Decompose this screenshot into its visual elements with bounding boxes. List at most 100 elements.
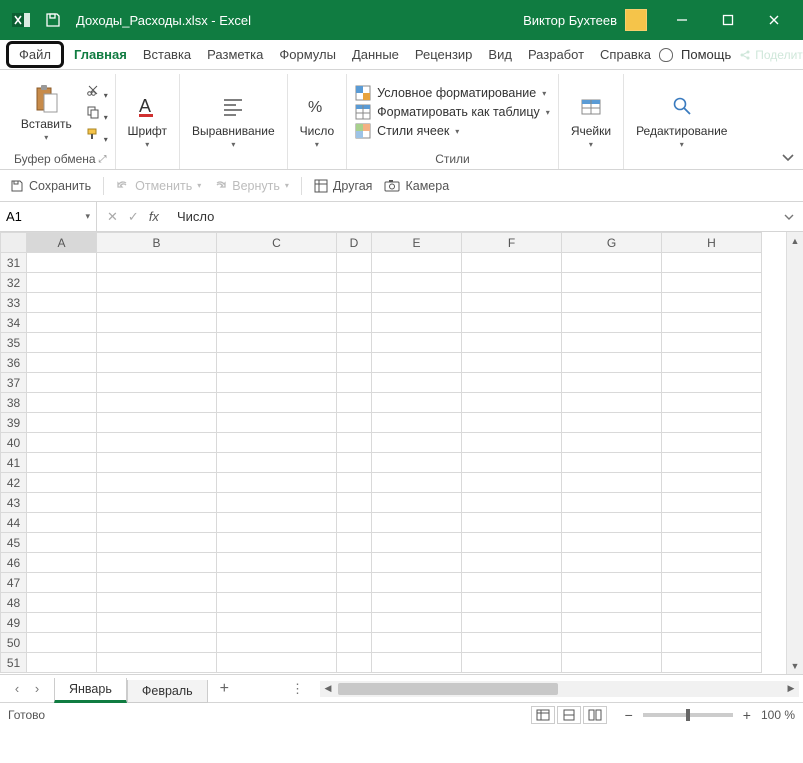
col-header[interactable]: B bbox=[97, 233, 217, 253]
collapse-ribbon-icon[interactable] bbox=[781, 153, 795, 163]
tab-file[interactable]: Файл bbox=[6, 41, 64, 68]
tab-home[interactable]: Главная bbox=[66, 40, 135, 69]
col-header[interactable]: E bbox=[372, 233, 462, 253]
cell[interactable] bbox=[372, 573, 462, 593]
sheet-tab-active[interactable]: Январь bbox=[54, 678, 127, 703]
qat-redo[interactable]: Вернуть ▾ bbox=[213, 179, 289, 193]
cell[interactable] bbox=[337, 333, 372, 353]
cell[interactable] bbox=[462, 373, 562, 393]
cell[interactable] bbox=[27, 413, 97, 433]
cell[interactable] bbox=[27, 453, 97, 473]
view-page-break-button[interactable] bbox=[583, 706, 607, 724]
cell[interactable] bbox=[337, 593, 372, 613]
cell[interactable] bbox=[337, 453, 372, 473]
tab-review[interactable]: Рецензир bbox=[407, 40, 481, 69]
cell[interactable] bbox=[97, 653, 217, 673]
cell[interactable] bbox=[562, 333, 662, 353]
cell[interactable] bbox=[562, 573, 662, 593]
row-header[interactable]: 32 bbox=[1, 273, 27, 293]
cell[interactable] bbox=[97, 573, 217, 593]
cell[interactable] bbox=[462, 553, 562, 573]
cell[interactable] bbox=[372, 333, 462, 353]
cell[interactable] bbox=[462, 333, 562, 353]
sheet-grid[interactable]: ABCDEFGH31323334353637383940414243444546… bbox=[0, 232, 762, 673]
cell[interactable] bbox=[462, 433, 562, 453]
cell[interactable] bbox=[337, 413, 372, 433]
cell[interactable] bbox=[662, 653, 762, 673]
cell[interactable] bbox=[27, 493, 97, 513]
cell[interactable] bbox=[372, 653, 462, 673]
zoom-control[interactable]: − + 100 % bbox=[621, 707, 795, 723]
tab-help[interactable]: Справка bbox=[592, 40, 659, 69]
cell[interactable] bbox=[662, 493, 762, 513]
cell[interactable] bbox=[97, 293, 217, 313]
clipboard-launcher[interactable]: ⤢ bbox=[99, 154, 107, 165]
fx-icon[interactable]: fx bbox=[149, 209, 159, 224]
cell[interactable] bbox=[97, 633, 217, 653]
lightbulb-icon[interactable] bbox=[659, 48, 673, 62]
cell[interactable] bbox=[562, 513, 662, 533]
expand-formula-icon[interactable] bbox=[775, 212, 803, 222]
cell[interactable] bbox=[97, 413, 217, 433]
cell[interactable] bbox=[97, 513, 217, 533]
close-button[interactable] bbox=[751, 0, 797, 40]
minimize-button[interactable] bbox=[659, 0, 705, 40]
cell[interactable] bbox=[372, 433, 462, 453]
cut-icon[interactable] bbox=[82, 81, 104, 99]
cell[interactable] bbox=[97, 453, 217, 473]
cancel-formula-icon[interactable]: ✕ bbox=[107, 209, 118, 225]
cell[interactable] bbox=[662, 393, 762, 413]
format-painter-icon[interactable] bbox=[82, 125, 104, 143]
cell[interactable] bbox=[662, 433, 762, 453]
cell[interactable] bbox=[217, 633, 337, 653]
cell[interactable] bbox=[562, 373, 662, 393]
cell[interactable] bbox=[217, 433, 337, 453]
cell[interactable] bbox=[462, 653, 562, 673]
cell[interactable] bbox=[662, 333, 762, 353]
cell[interactable] bbox=[562, 433, 662, 453]
cell[interactable] bbox=[97, 493, 217, 513]
cell[interactable] bbox=[662, 473, 762, 493]
name-box-input[interactable] bbox=[6, 209, 66, 224]
cell[interactable] bbox=[27, 533, 97, 553]
cell[interactable] bbox=[27, 253, 97, 273]
cell[interactable] bbox=[217, 653, 337, 673]
cell[interactable] bbox=[462, 593, 562, 613]
qat-other[interactable]: Другая bbox=[314, 179, 373, 193]
row-header[interactable]: 33 bbox=[1, 293, 27, 313]
add-sheet-button[interactable]: + bbox=[208, 680, 241, 698]
tab-formulas[interactable]: Формулы bbox=[271, 40, 344, 69]
cell[interactable] bbox=[27, 353, 97, 373]
paste-button[interactable]: Вставить ▾ bbox=[17, 81, 76, 144]
cell[interactable] bbox=[337, 353, 372, 373]
formula-input[interactable]: Число bbox=[169, 209, 775, 224]
cell[interactable] bbox=[562, 653, 662, 673]
cell[interactable] bbox=[562, 473, 662, 493]
cell[interactable] bbox=[662, 413, 762, 433]
cell[interactable] bbox=[27, 513, 97, 533]
cell[interactable] bbox=[337, 633, 372, 653]
cell[interactable] bbox=[217, 393, 337, 413]
cell[interactable] bbox=[372, 293, 462, 313]
cell[interactable] bbox=[97, 593, 217, 613]
cell[interactable] bbox=[662, 253, 762, 273]
row-header[interactable]: 46 bbox=[1, 553, 27, 573]
tab-view[interactable]: Вид bbox=[480, 40, 520, 69]
cell[interactable] bbox=[462, 253, 562, 273]
cell[interactable] bbox=[217, 273, 337, 293]
cell[interactable] bbox=[97, 353, 217, 373]
cell[interactable] bbox=[217, 313, 337, 333]
enter-formula-icon[interactable]: ✓ bbox=[128, 209, 139, 225]
cell[interactable] bbox=[27, 553, 97, 573]
row-header[interactable]: 47 bbox=[1, 573, 27, 593]
cell[interactable] bbox=[97, 553, 217, 573]
cell[interactable] bbox=[562, 393, 662, 413]
cell[interactable] bbox=[462, 473, 562, 493]
scroll-right-icon[interactable]: ▶ bbox=[783, 683, 799, 694]
cell[interactable] bbox=[217, 613, 337, 633]
font-button[interactable]: A Шрифт ▾ bbox=[124, 88, 171, 151]
cell[interactable] bbox=[462, 393, 562, 413]
cell[interactable] bbox=[462, 453, 562, 473]
cell[interactable] bbox=[372, 553, 462, 573]
cell[interactable] bbox=[217, 473, 337, 493]
